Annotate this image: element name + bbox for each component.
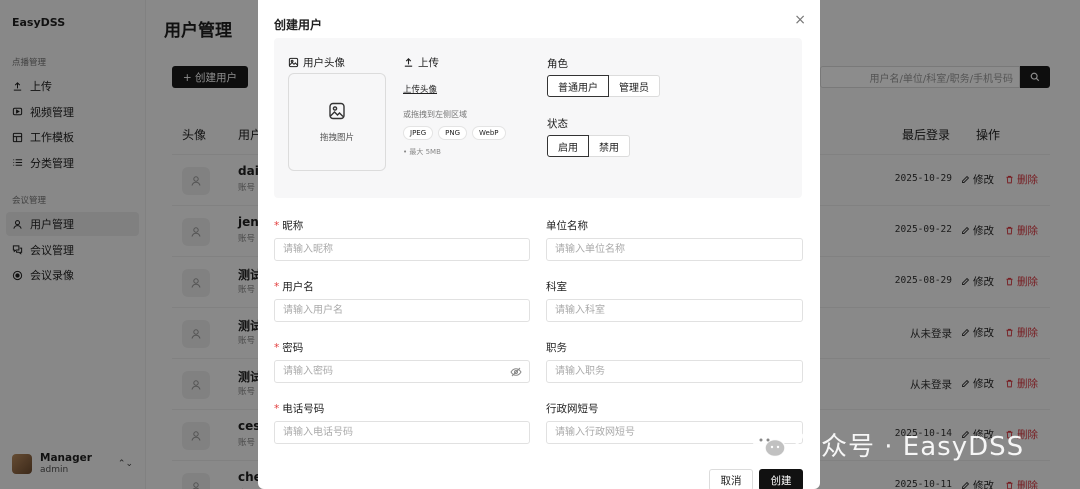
create-user-dialog: 创建用户 × 用户头像 拖拽图片 上传 上传头像 或拖拽到左侧区域 JPEG P… [258, 0, 820, 489]
phone-input[interactable] [274, 421, 530, 444]
status-label: 状态 [547, 118, 568, 130]
create-button[interactable]: 创建 [759, 469, 803, 489]
upload-section-text: 上传 [418, 57, 439, 69]
role-option-normal[interactable]: 普通用户 [547, 75, 609, 97]
format-badge: JPEG [403, 126, 434, 140]
status-selector: 启用 禁用 [547, 135, 630, 157]
avatar-section-label: 用户头像 [288, 55, 345, 70]
upload-panel: 用户头像 拖拽图片 上传 上传头像 或拖拽到左侧区域 JPEG PNG WebP… [274, 38, 802, 198]
role-selector: 普通用户 管理员 [547, 75, 660, 97]
wechat-icon [753, 431, 786, 457]
password-input[interactable] [274, 360, 530, 383]
watermark-text: 公众号 · EasyDSS [794, 432, 1025, 462]
org-input[interactable] [546, 238, 803, 261]
eye-off-icon[interactable] [510, 366, 522, 378]
upload-icon [404, 58, 413, 67]
username-label: * 用户名 [274, 281, 314, 293]
image-upload-icon [329, 102, 345, 120]
upload-avatar-link[interactable]: 上传头像 [403, 83, 437, 95]
position-label: 职务 [546, 342, 567, 354]
dialog-title: 创建用户 [274, 18, 323, 32]
upload-hint: 或拖拽到左侧区域 [403, 110, 467, 119]
max-size-note: • 最大 5MB [403, 148, 441, 156]
role-option-admin[interactable]: 管理员 [609, 75, 660, 97]
cancel-button[interactable]: 取消 [709, 469, 753, 489]
org-label: 单位名称 [546, 220, 588, 232]
role-label: 角色 [547, 58, 568, 70]
dept-label: 科室 [546, 281, 567, 293]
close-icon[interactable]: × [794, 12, 806, 28]
nickname-label: * 昵称 [274, 220, 304, 232]
avatar-drop-zone[interactable]: 拖拽图片 [288, 73, 386, 171]
format-badges: JPEG PNG WebP [403, 126, 506, 140]
upload-section-label: 上传 [403, 55, 439, 70]
status-option-enabled[interactable]: 启用 [547, 135, 589, 157]
nickname-input[interactable] [274, 238, 530, 261]
username-input[interactable] [274, 299, 530, 322]
position-input[interactable] [546, 360, 803, 383]
phone-label: * 电话号码 [274, 403, 325, 415]
format-badge: WebP [472, 126, 506, 140]
format-badge: PNG [438, 126, 468, 140]
image-icon [288, 57, 299, 68]
status-option-disabled[interactable]: 禁用 [589, 135, 630, 157]
avatar-section-text: 用户头像 [303, 57, 345, 69]
password-label: * 密码 [274, 342, 304, 354]
dept-input[interactable] [546, 299, 803, 322]
drop-zone-text: 拖拽图片 [319, 133, 354, 143]
watermark: 公众号 · EasyDSS [752, 426, 1024, 463]
short-number-label: 行政网短号 [546, 403, 599, 415]
